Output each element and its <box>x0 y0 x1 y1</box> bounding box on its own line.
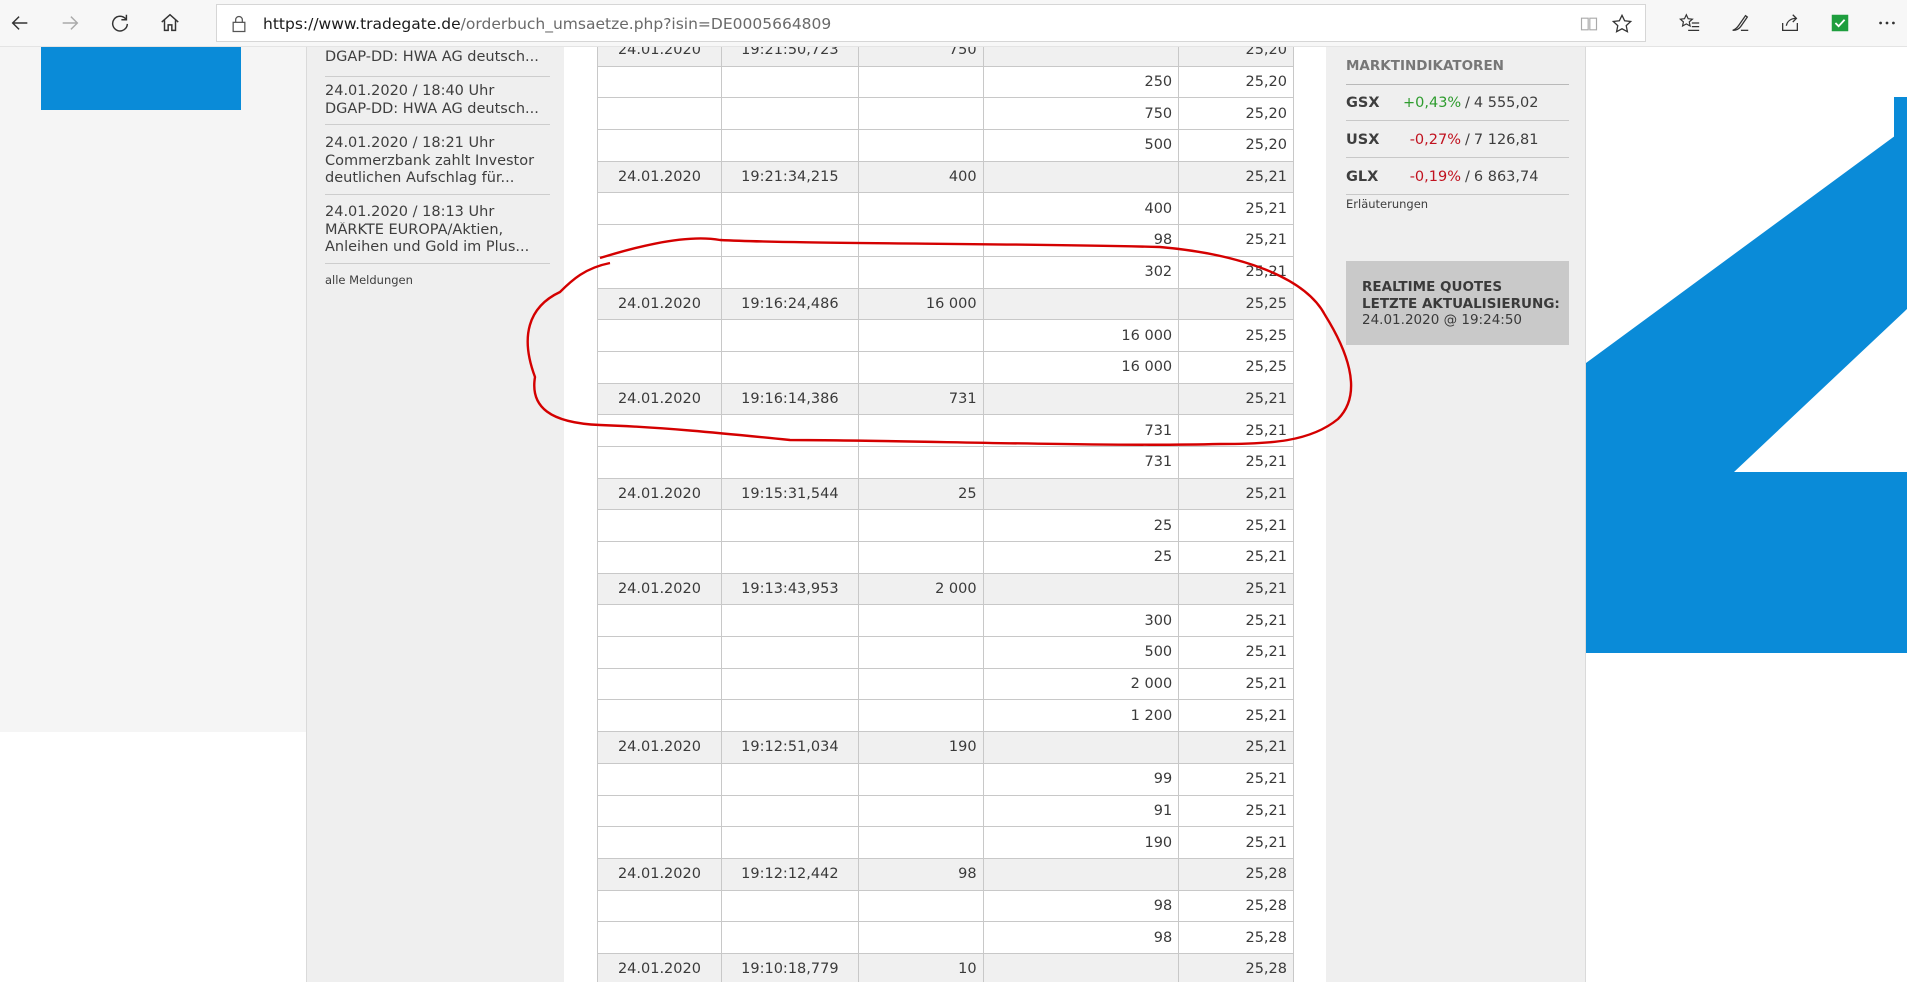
refresh-icon <box>112 14 129 32</box>
extension-button[interactable] <box>1822 6 1858 40</box>
url-text: https://www.tradegate.de/orderbuch_umsae… <box>263 15 831 33</box>
checkmark-extension-icon <box>1831 14 1849 32</box>
back-arrow-icon <box>11 16 28 30</box>
share-icon <box>1782 14 1798 31</box>
red-annotation-circle <box>526 237 1353 446</box>
forward-button[interactable] <box>52 6 88 40</box>
home-icon <box>161 13 179 32</box>
share-button[interactable] <box>1772 6 1808 40</box>
web-page: DGAP-DD: HWA AG deutsch... 24.01.2020 / … <box>0 47 1907 982</box>
forward-arrow-icon <box>62 16 79 30</box>
more-menu-button[interactable] <box>1869 6 1905 40</box>
web-note-button[interactable] <box>1722 6 1758 40</box>
home-button[interactable] <box>152 6 188 40</box>
favorite-star-icon[interactable] <box>1611 13 1633 35</box>
refresh-button[interactable] <box>102 6 138 40</box>
lock-icon <box>232 15 246 33</box>
address-bar[interactable]: https://www.tradegate.de/orderbuch_umsae… <box>216 4 1646 42</box>
favorites-list-icon <box>1679 13 1700 31</box>
more-dots-icon <box>1879 21 1895 25</box>
back-button[interactable] <box>2 6 38 40</box>
pen-icon <box>1732 14 1749 31</box>
reading-view-icon[interactable] <box>1579 14 1599 34</box>
browser-toolbar: https://www.tradegate.de/orderbuch_umsae… <box>0 0 1907 47</box>
url-host: https://www.tradegate.de <box>263 15 461 33</box>
url-path: /orderbuch_umsaetze.php?isin=DE000566480… <box>460 15 832 33</box>
favorites-hub-button[interactable] <box>1672 6 1708 40</box>
